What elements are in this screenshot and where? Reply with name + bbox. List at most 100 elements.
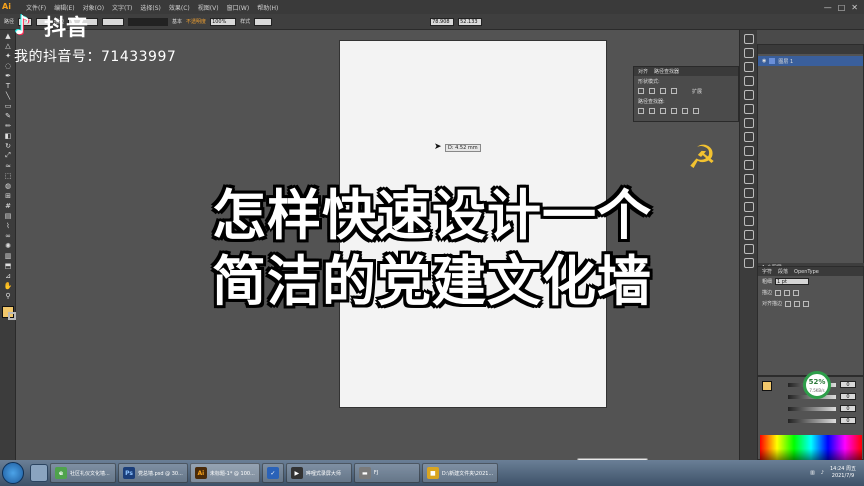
brushes-icon[interactable] (743, 76, 754, 86)
pathfinder-panel: 对齐 路径查找器 形状模式: 扩展 路径查找器: (633, 66, 739, 122)
exclude-icon[interactable] (671, 88, 677, 94)
yellow-slider[interactable] (788, 407, 836, 411)
crop-icon[interactable] (671, 108, 677, 114)
rectangle-tool-icon[interactable]: ▭ (2, 101, 14, 110)
menu-help[interactable]: 帮助(H) (253, 3, 282, 12)
title-line-2: 简洁的党建文化墙 (212, 250, 652, 313)
graphic-styles-icon[interactable] (743, 104, 754, 114)
task-label: D:\新建文件夹\2021... (441, 470, 494, 477)
lasso-tool-icon[interactable]: ◌ (2, 61, 14, 70)
clock-date: 2021/7/9 (831, 473, 855, 479)
explorer-quicklaunch-icon[interactable] (30, 464, 48, 482)
magic-wand-tool-icon[interactable]: ✦ (2, 51, 14, 60)
trim-icon[interactable] (649, 108, 655, 114)
screen-recorder-icon: ▶ (290, 467, 303, 479)
width-field[interactable]: 78.908 (430, 17, 455, 26)
black-slider[interactable] (788, 419, 836, 423)
minus-back-icon[interactable] (693, 108, 699, 114)
merge-icon[interactable] (660, 108, 666, 114)
height-field[interactable]: 52.133 (458, 17, 483, 26)
taskbar-item-folder[interactable]: ■ D:\新建文件夹\2021... (421, 463, 499, 483)
task-label: 党总墙.psd @ 30... (138, 470, 183, 477)
expand-button[interactable]: 扩展 (692, 88, 702, 95)
clock[interactable]: 14:24 周五 2021/7/9 (830, 466, 856, 480)
eraser-tool-icon[interactable]: ◧ (2, 131, 14, 140)
video-title: 怎样快速设计一个 简洁的党建文化墙 (0, 183, 864, 315)
illustrator-window: Ai 文件(F) 编辑(E) 对象(O) 文字(T) 选择(S) 效果(C) 视… (0, 0, 864, 486)
cyan-value[interactable]: 0 (840, 381, 856, 388)
minus-front-icon[interactable] (649, 88, 655, 94)
warp-tool-icon[interactable]: ≈ (2, 161, 14, 170)
swatches-icon[interactable] (743, 62, 754, 72)
measure-tooltip: D: 4.52 mm (445, 144, 481, 152)
type-tool-icon[interactable]: T (2, 81, 14, 90)
yellow-value[interactable]: 0 (840, 405, 856, 412)
color-fill-swatch[interactable] (762, 381, 772, 391)
tab-align[interactable]: 对齐 (638, 68, 648, 75)
paintbrush-tool-icon[interactable]: ✎ (2, 111, 14, 120)
gradient-icon[interactable] (743, 146, 754, 156)
style-label: 样式 (240, 19, 251, 25)
transparency-icon[interactable] (743, 132, 754, 142)
rotate-tool-icon[interactable]: ↻ (2, 141, 14, 150)
magenta-value[interactable]: 0 (840, 393, 856, 400)
douyin-watermark: ♪ ♪ ♪ 抖音 我的抖音号：71433997 (13, 10, 177, 66)
line-tool-icon[interactable]: ╲ (2, 91, 14, 100)
task-label: 哗哩式录屏大师 (305, 470, 341, 477)
taskbar-item-recorder[interactable]: ▶ 哗哩式录屏大师 (285, 463, 352, 483)
style-select[interactable] (254, 17, 273, 26)
taskbar-item-illustrator[interactable]: Ai 未标题-1* @ 100... (189, 463, 260, 483)
layers-panel-tabs (758, 45, 863, 54)
stroke-icon[interactable] (743, 160, 754, 170)
color-panel-icon[interactable] (743, 34, 754, 44)
direct-selection-tool-icon[interactable]: △ (2, 41, 14, 50)
opacity-label[interactable]: 不透明度 (186, 18, 206, 25)
close-button[interactable]: ✕ (851, 3, 858, 12)
drive-icon: ▬ (358, 467, 371, 479)
tab-pathfinder[interactable]: 路径查找器 (654, 68, 679, 75)
browser-icon: e (55, 467, 67, 479)
system-tray: ▥ ♪ 14:24 周五 2021/7/9 (810, 466, 864, 480)
task-label: 未标题-1* @ 100... (209, 470, 255, 477)
volume-icon[interactable]: ♪ (821, 470, 824, 476)
network-icon[interactable]: ▥ (810, 470, 815, 476)
visibility-eye-icon[interactable]: ◉ (762, 58, 766, 64)
start-button[interactable] (2, 462, 24, 484)
network-speed-gauge: 52% 7.5KB/s (803, 371, 831, 399)
pathfinder-panel-tabs: 对齐 路径查找器 (634, 67, 738, 76)
taskbar-item-photoshop[interactable]: Ps 党总墙.psd @ 30... (118, 463, 188, 483)
shape-mode-label: 形状模式: (638, 79, 660, 85)
layer-row[interactable]: ◉ 图层 1 (758, 56, 863, 66)
opacity-field[interactable]: 100% (210, 17, 237, 26)
scale-tool-icon[interactable]: ⤢ (2, 151, 14, 160)
maximize-button[interactable]: □ (838, 3, 846, 12)
pathfinder-label: 路径查找器: (638, 99, 665, 105)
menu-window[interactable]: 窗口(W) (223, 3, 254, 12)
windows-taskbar: e 社区礼仪文化墙... Ps 党总墙.psd @ 30... Ai 未标题-1… (0, 460, 864, 486)
pathfinder-buttons (634, 107, 738, 115)
intersect-icon[interactable] (660, 88, 666, 94)
window-controls: — □ ✕ (824, 3, 864, 12)
clock-time: 14:24 周五 (830, 466, 856, 472)
pencil-tool-icon[interactable]: ✏ (2, 121, 14, 130)
taskbar-item-browser[interactable]: e 社区礼仪文化墙... (50, 463, 116, 483)
layer-color-chip (769, 58, 776, 64)
minimize-button[interactable]: — (824, 3, 832, 12)
taskbar-item-app[interactable]: ✓ (261, 463, 284, 483)
divide-icon[interactable] (638, 108, 644, 114)
taskbar-item-fj[interactable]: ▬ FJ (353, 463, 420, 483)
black-value[interactable]: 0 (840, 417, 856, 424)
checkmark-app-icon: ✓ (266, 467, 279, 479)
douyin-note-icon: ♪ ♪ ♪ (13, 10, 32, 42)
menu-view[interactable]: 视图(V) (194, 3, 223, 12)
symbols-icon[interactable] (743, 90, 754, 100)
douyin-logo: ♪ ♪ ♪ 抖音 (13, 10, 176, 42)
folder-icon: ■ (426, 467, 439, 479)
pen-tool-icon[interactable]: ✒ (2, 71, 14, 80)
color-guide-icon[interactable] (743, 48, 754, 58)
free-transform-tool-icon[interactable]: ⬚ (2, 171, 14, 180)
unite-icon[interactable] (638, 88, 644, 94)
outline-icon[interactable] (682, 108, 688, 114)
douyin-id: 我的抖音号：71433997 (14, 49, 177, 65)
appearance-icon[interactable] (743, 118, 754, 128)
